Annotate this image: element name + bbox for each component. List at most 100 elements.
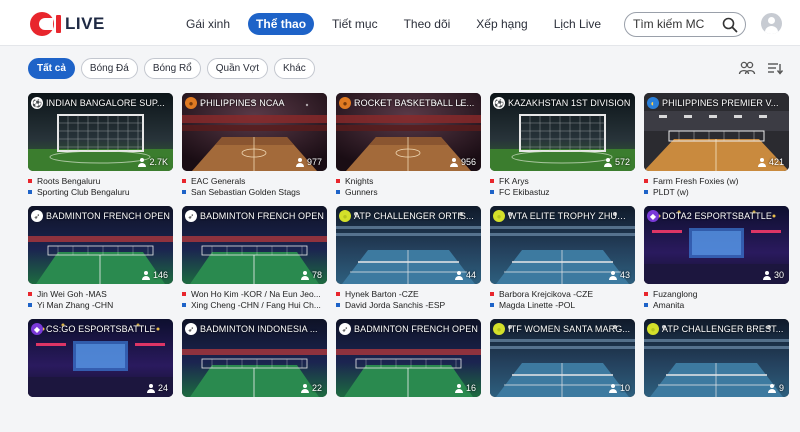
viewer-count-value: 146 <box>152 270 168 280</box>
stream-title-bar: ◐ PHILIPPINES PREMIER V... <box>647 96 786 110</box>
stream-title-bar: ⚽ KAZAKHSTAN 1ST DIVISION <box>493 96 632 110</box>
stream-title: ATP CHALLENGER BREST... <box>662 324 784 334</box>
match-teams: FK Arys FC Ekibastuz <box>490 175 635 197</box>
stream-title: PHILIPPINES PREMIER V... <box>662 98 779 108</box>
stream-thumbnail[interactable]: ◆ DOTA2 ESPORTSBATTLE 30 <box>644 206 789 284</box>
stream-title-bar: ● ITF WOMEN SANTA MARG... <box>493 322 632 336</box>
stream-card[interactable]: ● ROCKET BASKETBALL LE... 956 Knights Gu… <box>336 93 481 206</box>
stream-card[interactable]: ◐ PHILIPPINES PREMIER V... 421 Farm Fres… <box>644 93 789 206</box>
stream-card[interactable]: ● WTA ELITE TROPHY ZHUHAI 43 Barbora Kre… <box>490 206 635 319</box>
viewer-count: 22 <box>300 383 322 393</box>
viewer-count-value: 421 <box>768 157 784 167</box>
away-team: PLDT (w) <box>644 186 789 197</box>
away-team: Magda Linette -POL <box>490 299 635 310</box>
home-team: Barbora Krejcikova -CZE <box>490 288 635 299</box>
home-team: EAC Generals <box>182 175 327 186</box>
viewer-count: 956 <box>449 157 476 167</box>
stream-thumbnail[interactable]: ⚽ INDIAN BANGALORE SUP... 2.7K <box>28 93 173 171</box>
stream-title: ITF WOMEN SANTA MARG... <box>508 324 631 334</box>
stream-title-bar: ➶ BADMINTON INDONESIA ... <box>185 322 324 336</box>
stream-card[interactable]: ● ATP CHALLENGER ORTIS... 44 Hynek Barto… <box>336 206 481 319</box>
viewer-count: 9 <box>767 383 784 393</box>
nav-item-xep-hang[interactable]: Xếp hạng <box>468 13 535 35</box>
tennis-icon: ● <box>339 210 351 222</box>
away-team-name: Gunners <box>345 186 378 197</box>
home-team-name: FK Arys <box>499 175 529 186</box>
stream-card[interactable]: ◆ CS:GO ESPORTSBATTLE 24 <box>28 319 173 432</box>
match-teams: Hynek Barton -CZE David Jorda Sanchis -E… <box>336 288 481 310</box>
stream-thumbnail[interactable]: ➶ BADMINTON INDONESIA ... 22 <box>182 319 327 397</box>
group-icon[interactable] <box>738 60 756 76</box>
home-marker-icon <box>336 291 340 296</box>
search-box[interactable] <box>624 12 746 37</box>
tennis-icon: ● <box>493 210 505 222</box>
filter-all[interactable]: Tất cả <box>28 58 75 79</box>
nav-item-gai-xinh[interactable]: Gái xinh <box>178 13 238 35</box>
away-marker-icon <box>28 302 32 307</box>
stream-title: BADMINTON FRENCH OPEN <box>46 211 170 221</box>
away-team: San Sebastian Golden Stags <box>182 186 327 197</box>
stream-card[interactable]: ● PHILIPPINES NCAA 977 EAC Generals San … <box>182 93 327 206</box>
person-icon <box>767 383 776 393</box>
basketball-icon: ● <box>339 97 351 109</box>
home-team-name: Fuzanglong <box>653 288 698 299</box>
stream-card[interactable]: ➶ BADMINTON INDONESIA ... 22 <box>182 319 327 432</box>
away-team-name: San Sebastian Golden Stags <box>191 186 301 197</box>
site-logo[interactable]: LIVE <box>30 10 105 38</box>
search-input[interactable] <box>633 17 723 31</box>
stream-title-bar: ➶ BADMINTON FRENCH OPEN <box>185 209 324 223</box>
stream-thumbnail[interactable]: ● ATP CHALLENGER ORTIS... 44 <box>336 206 481 284</box>
stream-title: PHILIPPINES NCAA <box>200 98 285 108</box>
filter-other[interactable]: Khác <box>274 58 315 79</box>
match-teams: Won Ho Kim -KOR / Na Eun Jeo... Xing Che… <box>182 288 327 310</box>
stream-thumbnail[interactable]: ➶ BADMINTON FRENCH OPEN 146 <box>28 206 173 284</box>
sport-filter-bar: Tất cả Bóng Đá Bóng Rổ Quần Vợt Khác <box>28 58 315 79</box>
sort-icon[interactable] <box>766 60 784 76</box>
person-icon <box>146 383 155 393</box>
stream-card[interactable]: ⚽ KAZAKHSTAN 1ST DIVISION 572 FK Arys FC… <box>490 93 635 206</box>
nav-item-the-thao[interactable]: Thể thao <box>248 13 315 35</box>
stream-card[interactable]: ➶ BADMINTON FRENCH OPEN 146 Jin Wei Goh … <box>28 206 173 319</box>
stream-card[interactable]: ◆ DOTA2 ESPORTSBATTLE 30 Fuzanglong Aman… <box>644 206 789 319</box>
stream-card[interactable]: ➶ BADMINTON FRENCH OPEN 78 Won Ho Kim -K… <box>182 206 327 319</box>
stream-title: BADMINTON FRENCH OPEN <box>354 324 478 334</box>
stream-thumbnail[interactable]: ◆ CS:GO ESPORTSBATTLE 24 <box>28 319 173 397</box>
home-team: Roots Bengaluru <box>28 175 173 186</box>
person-icon <box>141 270 150 280</box>
stream-card[interactable]: ➶ BADMINTON FRENCH OPEN 16 <box>336 319 481 432</box>
viewer-count-value: 572 <box>614 157 630 167</box>
volleyball-icon: ◐ <box>647 97 659 109</box>
nav-item-theo-doi[interactable]: Theo dõi <box>396 13 459 35</box>
stream-title-bar: ➶ BADMINTON FRENCH OPEN <box>339 322 478 336</box>
stream-thumbnail[interactable]: ➶ BADMINTON FRENCH OPEN 78 <box>182 206 327 284</box>
stream-title: BADMINTON FRENCH OPEN <box>200 211 324 221</box>
badminton-icon: ➶ <box>31 210 43 222</box>
nav-item-lich-live[interactable]: Lịch Live <box>546 13 609 35</box>
filter-tennis[interactable]: Quần Vợt <box>206 58 268 79</box>
viewer-count: 10 <box>608 383 630 393</box>
stream-card[interactable]: ● ATP CHALLENGER BREST... 9 <box>644 319 789 432</box>
user-avatar-icon[interactable] <box>761 13 782 34</box>
nav-item-tiet-muc[interactable]: Tiết mục <box>324 13 386 35</box>
stream-thumbnail[interactable]: ⚽ KAZAKHSTAN 1ST DIVISION 572 <box>490 93 635 171</box>
esports-icon: ◆ <box>31 323 43 335</box>
viewer-count-value: 10 <box>619 383 630 393</box>
stream-thumbnail[interactable]: ● ATP CHALLENGER BREST... 9 <box>644 319 789 397</box>
match-teams: Farm Fresh Foxies (w) PLDT (w) <box>644 175 789 197</box>
stream-thumbnail[interactable]: ● PHILIPPINES NCAA 977 <box>182 93 327 171</box>
stream-grid: ⚽ INDIAN BANGALORE SUP... 2.7K Roots Ben… <box>28 93 790 432</box>
stream-title: CS:GO ESPORTSBATTLE <box>46 324 156 334</box>
stream-thumbnail[interactable]: ● ROCKET BASKETBALL LE... 956 <box>336 93 481 171</box>
stream-thumbnail[interactable]: ◐ PHILIPPINES PREMIER V... 421 <box>644 93 789 171</box>
stream-card[interactable]: ● ITF WOMEN SANTA MARG... 10 <box>490 319 635 432</box>
stream-thumbnail[interactable]: ● WTA ELITE TROPHY ZHUHAI 43 <box>490 206 635 284</box>
stream-thumbnail[interactable]: ● ITF WOMEN SANTA MARG... 10 <box>490 319 635 397</box>
top-navigation-bar: LIVE Gái xinh Thể thao Tiết mục Theo dõi… <box>0 0 800 46</box>
away-marker-icon <box>490 302 494 307</box>
home-marker-icon <box>644 291 648 296</box>
stream-thumbnail[interactable]: ➶ BADMINTON FRENCH OPEN 16 <box>336 319 481 397</box>
stream-card[interactable]: ⚽ INDIAN BANGALORE SUP... 2.7K Roots Ben… <box>28 93 173 206</box>
filter-football[interactable]: Bóng Đá <box>80 58 138 79</box>
search-icon[interactable] <box>722 17 738 33</box>
filter-basketball[interactable]: Bóng Rổ <box>143 58 201 79</box>
